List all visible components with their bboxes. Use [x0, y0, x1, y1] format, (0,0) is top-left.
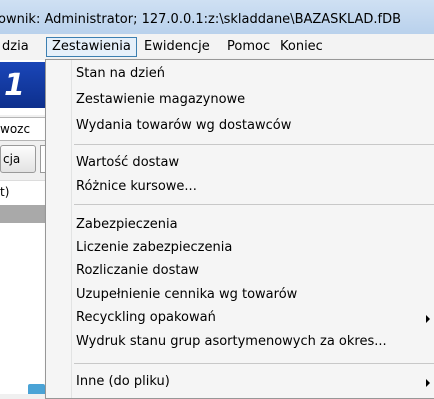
menu-item-label: Inne (do pliku) — [76, 374, 170, 389]
menu-item-rozliczanie-dostaw[interactable]: Rozliczanie dostaw — [46, 260, 434, 282]
menu-item-zestawienie-magazynowe[interactable]: Zestawienie magazynowe — [46, 89, 434, 111]
logo-text: 1 — [4, 68, 25, 103]
menu-separator — [74, 363, 434, 364]
menu-item-label: Zabezpieczenia — [76, 217, 178, 232]
menu-item-label: Różnice kursowe... — [76, 179, 197, 194]
title-bar: ownik: Administrator; 127.0.0.1:z:\sklad… — [0, 0, 434, 34]
menu-item-wartosc-dostaw[interactable]: Wartość dostaw — [46, 152, 434, 174]
menu-item-dzia[interactable]: dzia — [0, 37, 34, 56]
menu-item-zabezpieczenia[interactable]: Zabezpieczenia — [46, 214, 434, 236]
menu-item-label: Rozliczanie dostaw — [76, 263, 200, 278]
background-input-field[interactable]: wozc — [0, 117, 45, 141]
menu-item-wydruk-stanu-grup[interactable]: Wydruk stanu grup asortymenowych za okre… — [46, 331, 434, 353]
menu-item-pomoc[interactable]: Pomoc — [222, 37, 275, 56]
menu-item-label: Stan na dzień — [76, 66, 165, 81]
menu-separator — [74, 144, 434, 145]
menu-item-label: Wartość dostaw — [76, 155, 180, 170]
menu-item-label: Liczenie zabezpieczenia — [76, 240, 233, 255]
background-grid-header — [0, 205, 45, 223]
menu-item-label: Zestawienie magazynowe — [76, 92, 246, 107]
background-label: t) — [0, 180, 45, 205]
menu-item-uzupelnienie-cennika[interactable]: Uzupełnienie cennika wg towarów — [46, 284, 434, 306]
menu-separator — [74, 204, 434, 205]
menu-item-label: Wydruk stanu grup asortymenowych za okre… — [76, 334, 387, 349]
app-logo: 1 — [0, 62, 45, 108]
taskbar-corner-icon — [28, 384, 45, 394]
menu-item-label: Uzupełnienie cennika wg towarów — [76, 287, 298, 302]
menu-item-roznice-kursowe[interactable]: Różnice kursowe... — [46, 176, 434, 198]
window-title: ownik: Administrator; 127.0.0.1:z:\sklad… — [0, 12, 402, 27]
menu-item-recyckling-opakowan[interactable]: Recyckling opakowań — [46, 307, 434, 329]
menu-item-zestawienia[interactable]: Zestawienia — [46, 37, 137, 57]
menu-item-liczenie-zabezpieczenia[interactable]: Liczenie zabezpieczenia — [46, 237, 434, 259]
menu-item-label: Recyckling opakowań — [76, 310, 216, 325]
zestawienia-dropdown-menu: Stan na dzień Zestawienie magazynowe Wyd… — [45, 59, 434, 399]
background-button[interactable]: cja — [0, 145, 36, 173]
menu-item-inne-do-pliku[interactable]: Inne (do pliku) — [46, 371, 434, 393]
app-banner: 1 — [0, 60, 45, 115]
submenu-arrow-icon — [426, 379, 430, 387]
menu-item-stan-na-dzien[interactable]: Stan na dzień — [46, 63, 434, 85]
menu-item-label: Wydania towarów wg dostawców — [76, 118, 292, 133]
menu-bar: dzia Zestawienia Ewidencje Pomoc Koniec — [0, 34, 434, 61]
background-grid-body — [0, 223, 45, 394]
menu-item-wydania-towarow[interactable]: Wydania towarów wg dostawców — [46, 115, 434, 137]
menu-item-ewidencje[interactable]: Ewidencje — [139, 37, 215, 56]
submenu-arrow-icon — [426, 315, 430, 323]
menu-item-koniec[interactable]: Koniec — [275, 37, 328, 56]
